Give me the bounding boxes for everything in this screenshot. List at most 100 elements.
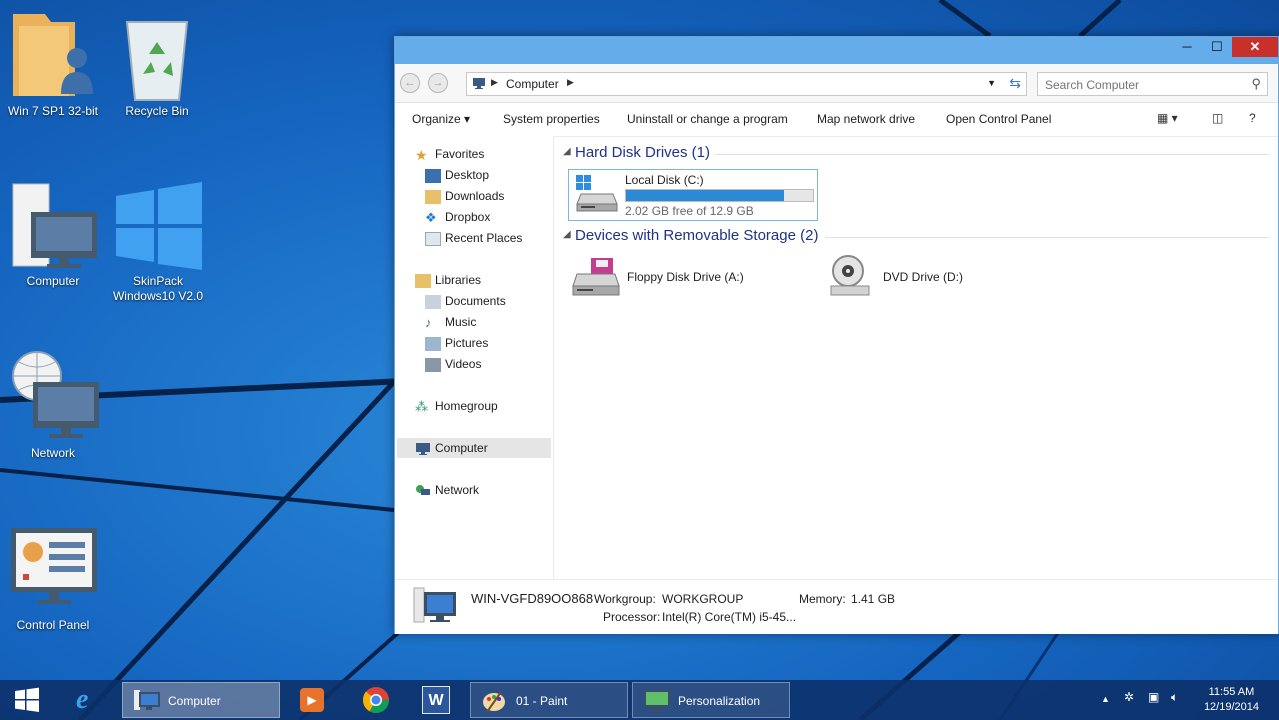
disk-free-space: 2.02 GB free of 12.9 GB	[625, 204, 754, 218]
nav-computer[interactable]: Computer	[415, 438, 488, 458]
forward-button[interactable]: →	[428, 73, 448, 93]
nav-documents[interactable]: Documents	[425, 291, 506, 311]
nav-libraries[interactable]: Libraries	[415, 270, 481, 290]
desktop-icon-recycle-bin[interactable]: Recycle Bin	[107, 8, 207, 119]
title-bar[interactable]: ─ ☐ ✕	[395, 37, 1278, 64]
pictures-icon	[425, 336, 441, 351]
desktop-icon-label: Computer	[26, 274, 80, 288]
taskbar-internet-explorer[interactable]: e	[70, 682, 110, 718]
computer-icon	[415, 442, 431, 456]
nav-music[interactable]: ♪ Music	[425, 312, 476, 332]
hard-disk-drives-heading[interactable]: Hard Disk Drives (1)	[575, 144, 710, 161]
search-icon[interactable]: ⚲	[1251, 76, 1261, 92]
search-box[interactable]: ⚲	[1037, 72, 1268, 96]
chrome-icon	[362, 687, 390, 714]
nav-downloads[interactable]: Downloads	[425, 186, 504, 206]
star-icon: ★	[415, 146, 428, 163]
removable-storage-heading[interactable]: Devices with Removable Storage (2)	[575, 227, 818, 244]
refresh-icon[interactable]: ⇆	[1009, 75, 1021, 92]
desktop-icon-label: Win 7 SP1 32-bit	[7, 104, 99, 118]
taskbar-chrome[interactable]	[356, 682, 396, 718]
minimize-button[interactable]: ─	[1172, 37, 1202, 57]
taskbar-label: 01 - Paint	[516, 694, 568, 708]
device-label: Floppy Disk Drive (A:)	[627, 270, 744, 284]
desktop-icon-computer[interactable]: Computer	[3, 178, 103, 289]
nav-desktop[interactable]: Desktop	[425, 165, 489, 185]
maximize-button[interactable]: ☐	[1202, 37, 1232, 57]
desktop-icon-win7[interactable]: Win 7 SP1 32-bit	[3, 8, 103, 119]
libraries-icon	[415, 273, 431, 288]
nav-recent-places[interactable]: Recent Places	[425, 228, 522, 248]
map-network-drive-button[interactable]: Map network drive	[817, 112, 915, 126]
uninstall-program-button[interactable]: Uninstall or change a program	[627, 112, 788, 126]
floppy-disk-drive[interactable]: Floppy Disk Drive (A:)	[571, 254, 771, 300]
chevron-down-icon[interactable]: ▼	[987, 78, 996, 88]
hard-drive-icon	[575, 174, 619, 217]
recycle-bin-icon	[109, 8, 205, 104]
nav-videos[interactable]: Videos	[425, 354, 481, 374]
nav-label: Computer	[435, 441, 488, 455]
network-icon	[415, 484, 431, 498]
organize-button[interactable]: Organize ▾	[412, 112, 470, 126]
open-control-panel-button[interactable]: Open Control Panel	[946, 112, 1051, 126]
command-bar: Organize ▾ System properties Uninstall o…	[395, 103, 1278, 137]
internet-explorer-icon: e	[76, 684, 89, 715]
nav-network[interactable]: Network	[415, 480, 479, 500]
network-tray-icon[interactable]: ▣	[1148, 690, 1159, 704]
computer-name: WIN-VGFD89OO868	[471, 591, 594, 606]
action-center-icon[interactable]: ✲	[1124, 690, 1134, 704]
nav-label: Recent Places	[445, 231, 523, 245]
dvd-drive[interactable]: DVD Drive (D:)	[827, 254, 1027, 300]
volume-icon[interactable]: 🔈︎	[1171, 690, 1178, 705]
nav-favorites[interactable]: ★ Favorites	[415, 144, 484, 164]
memory-label: Memory:	[799, 592, 846, 606]
system-properties-button[interactable]: System properties	[503, 112, 600, 126]
nav-label: Desktop	[445, 168, 490, 182]
media-player-icon: ▶	[300, 688, 324, 712]
nav-label: Network	[435, 483, 480, 497]
address-bar[interactable]: ▶ Computer ▶ ▼ ⇆	[466, 72, 1027, 96]
desktop-icon-network[interactable]: Network	[3, 350, 103, 461]
taskbar-word[interactable]: W	[416, 682, 456, 718]
local-disk-c[interactable]: Local Disk (C:) 2.02 GB free of 12.9 GB	[568, 169, 818, 221]
taskbar-computer[interactable]: Computer	[122, 682, 280, 718]
recent-places-icon	[425, 231, 441, 246]
collapse-arrow-icon[interactable]: ◢	[563, 146, 571, 157]
taskbar-personalization[interactable]: Personalization	[632, 682, 790, 718]
taskbar-paint[interactable]: 01 - Paint	[470, 682, 628, 718]
help-button[interactable]: ?	[1249, 111, 1256, 125]
start-button[interactable]	[10, 682, 46, 718]
show-hidden-icons-button[interactable]: ▲	[1101, 694, 1110, 704]
view-options-icon[interactable]: ▦ ▾	[1157, 111, 1178, 125]
desktop-icon-control-panel[interactable]: Control Panel	[3, 522, 103, 633]
nav-dropbox[interactable]: ❖ Dropbox	[425, 207, 490, 227]
nav-label: Videos	[445, 357, 482, 371]
taskbar: e Computer ▶ W 01 - Paint Personalizatio…	[0, 680, 1279, 720]
windows-start-icon	[15, 687, 39, 712]
processor-label: Processor:	[603, 610, 661, 624]
videos-icon	[425, 357, 441, 372]
clock[interactable]: 11:55 AM 12/19/2014	[1204, 685, 1259, 715]
workgroup-value: WORKGROUP	[662, 592, 744, 606]
back-button[interactable]: ←	[400, 73, 420, 93]
taskbar-media-player[interactable]: ▶	[292, 682, 332, 718]
navigation-bar: ← → ▶ Computer ▶ ▼ ⇆ ⚲	[395, 64, 1278, 103]
nav-label: Downloads	[445, 189, 505, 203]
preview-pane-icon[interactable]: ◫	[1212, 111, 1223, 125]
documents-icon	[425, 294, 441, 309]
breadcrumb-chevron-icon[interactable]: ▶	[567, 77, 574, 88]
nav-pictures[interactable]: Pictures	[425, 333, 488, 353]
desktop-icon-skinpack[interactable]: SkinPack Windows10 V2.0	[108, 178, 208, 304]
downloads-folder-icon	[425, 189, 441, 204]
memory-value: 1.41 GB	[851, 592, 896, 606]
collapse-arrow-icon[interactable]: ◢	[563, 229, 571, 240]
nav-homegroup[interactable]: ⁂ Homegroup	[415, 396, 498, 416]
personalization-icon	[643, 689, 671, 716]
search-input[interactable]	[1043, 75, 1242, 95]
close-button[interactable]: ✕	[1232, 37, 1278, 57]
music-icon: ♪	[425, 314, 432, 330]
breadcrumb-computer[interactable]: Computer	[506, 77, 559, 91]
word-icon: W	[422, 686, 450, 714]
homegroup-icon: ⁂	[415, 398, 428, 414]
windows-logo-icon	[110, 178, 206, 274]
